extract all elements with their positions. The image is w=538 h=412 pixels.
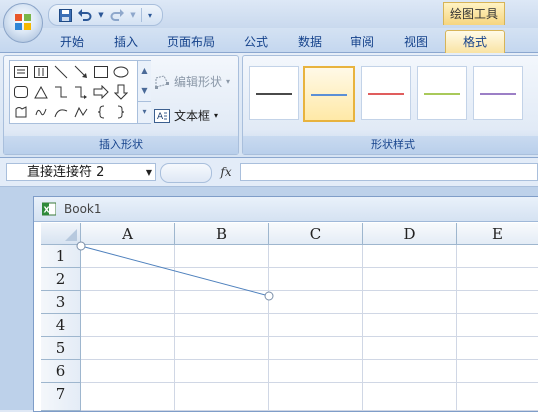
tab-home[interactable]: 开始 [52, 32, 92, 52]
tab-data[interactable]: 数据 [290, 32, 330, 52]
workspace: X Book1 A B C D E 1 2 3 4 5 6 7 [0, 187, 538, 412]
formula-bar: 直接连接符 2 ▼ fx [0, 158, 538, 187]
shape-styles-group: 形状样式 [242, 55, 538, 155]
textbox-shape-icon[interactable] [12, 63, 30, 81]
save-icon[interactable] [57, 7, 73, 23]
edit-shape-icon [155, 75, 169, 89]
shape-style-5[interactable] [473, 66, 523, 120]
line-shape-icon[interactable] [52, 63, 70, 81]
shapes-gallery-scroll: ▲ ▼ ▾ [137, 61, 151, 123]
curve-shape-icon[interactable] [72, 103, 90, 121]
elbow-connector-shape-icon[interactable] [52, 83, 70, 101]
rectangle-shape-icon[interactable] [92, 63, 110, 81]
tab-insert[interactable]: 插入 [106, 32, 146, 52]
workbook-title-bar: X Book1 [34, 197, 538, 222]
straight-connector-shape[interactable] [41, 223, 538, 411]
oval-shape-icon[interactable] [112, 63, 130, 81]
qat-separator [141, 8, 142, 22]
text-box-dropdown-icon: ▾ [214, 111, 219, 120]
gallery-down-icon[interactable]: ▼ [138, 81, 151, 101]
ribbon-tab-bar: 开始 插入 页面布局 公式 数据 审阅 视图 格式 [0, 28, 538, 53]
freeform-shape-icon[interactable] [12, 103, 30, 121]
gallery-more-icon[interactable]: ▾ [138, 101, 151, 122]
shape-style-1[interactable] [249, 66, 299, 120]
vertical-textbox-shape-icon[interactable] [32, 63, 50, 81]
right-brace-shape-icon[interactable] [112, 103, 130, 121]
gallery-up-icon[interactable]: ▲ [138, 61, 151, 81]
rounded-rectangle-shape-icon[interactable] [12, 83, 30, 101]
insert-shapes-group-label: 插入形状 [4, 136, 238, 154]
shapes-gallery: ▲ ▼ ▾ [9, 60, 151, 124]
redo-icon[interactable] [109, 7, 125, 23]
edit-shape-dropdown-icon: ▾ [226, 77, 231, 86]
shape-style-line [424, 93, 460, 95]
shape-style-line [368, 93, 404, 95]
spreadsheet-grid: A B C D E 1 2 3 4 5 6 7 [41, 223, 538, 411]
formula-input[interactable] [240, 163, 538, 181]
undo-dropdown-icon[interactable]: ▼ [97, 7, 105, 23]
text-box-icon: A [154, 109, 170, 123]
shape-style-3[interactable] [361, 66, 411, 120]
excel-workbook-icon: X [42, 202, 56, 216]
down-arrow-shape-icon[interactable] [112, 83, 130, 101]
edit-shape-label: 编辑形状 [174, 75, 223, 89]
arc-shape-icon[interactable] [52, 103, 70, 121]
shape-style-line [480, 93, 516, 95]
shape-style-line [311, 94, 347, 96]
left-brace-shape-icon[interactable] [92, 103, 110, 121]
ribbon: ▲ ▼ ▾ 编辑形状 ▾ A 文本框 ▾ 插入形状 形状样式 [0, 53, 538, 158]
right-arrow-shape-icon[interactable] [92, 83, 110, 101]
elbow-arrow-connector-shape-icon[interactable] [72, 83, 90, 101]
name-box[interactable]: 直接连接符 2 ▼ [6, 163, 156, 181]
undo-icon[interactable] [77, 7, 93, 23]
workbook-window: X Book1 A B C D E 1 2 3 4 5 6 7 [33, 196, 538, 412]
customize-icon[interactable]: ▾ [146, 7, 154, 23]
name-box-dropdown-icon[interactable]: ▼ [146, 164, 152, 182]
shape-style-4[interactable] [417, 66, 467, 120]
formula-bar-expander[interactable] [160, 163, 212, 183]
quick-access-toolbar: ▼ ▼ ▾ [48, 4, 163, 26]
drawing-tools-context-label: 绘图工具 [443, 2, 505, 25]
tab-format[interactable]: 格式 [445, 30, 505, 53]
text-box-label: 文本框 [174, 109, 211, 123]
svg-text:X: X [44, 206, 51, 215]
shape-style-line [256, 93, 292, 95]
office-button[interactable] [3, 3, 43, 43]
tab-formulas[interactable]: 公式 [236, 32, 276, 52]
scribble-shape-icon[interactable] [32, 103, 50, 121]
redo-dropdown-icon[interactable]: ▼ [129, 7, 137, 23]
svg-text:A: A [157, 112, 164, 122]
triangle-shape-icon[interactable] [32, 83, 50, 101]
name-box-value: 直接连接符 2 [27, 165, 105, 180]
text-box-button[interactable]: A 文本框 ▾ [154, 106, 218, 126]
shape-style-2[interactable] [303, 66, 355, 122]
tab-review[interactable]: 审阅 [342, 32, 382, 52]
shape-styles-group-label: 形状样式 [243, 136, 538, 154]
insert-shapes-group: ▲ ▼ ▾ 编辑形状 ▾ A 文本框 ▾ 插入形状 [3, 55, 239, 155]
insert-function-icon[interactable]: fx [216, 162, 236, 182]
arrow-line-shape-icon[interactable] [72, 63, 90, 81]
workbook-title: Book1 [64, 202, 102, 216]
office-logo-icon [15, 14, 31, 30]
edit-shape-button[interactable]: 编辑形状 ▾ [154, 72, 230, 92]
tab-page-layout[interactable]: 页面布局 [160, 32, 222, 52]
tab-view[interactable]: 视图 [396, 32, 436, 52]
